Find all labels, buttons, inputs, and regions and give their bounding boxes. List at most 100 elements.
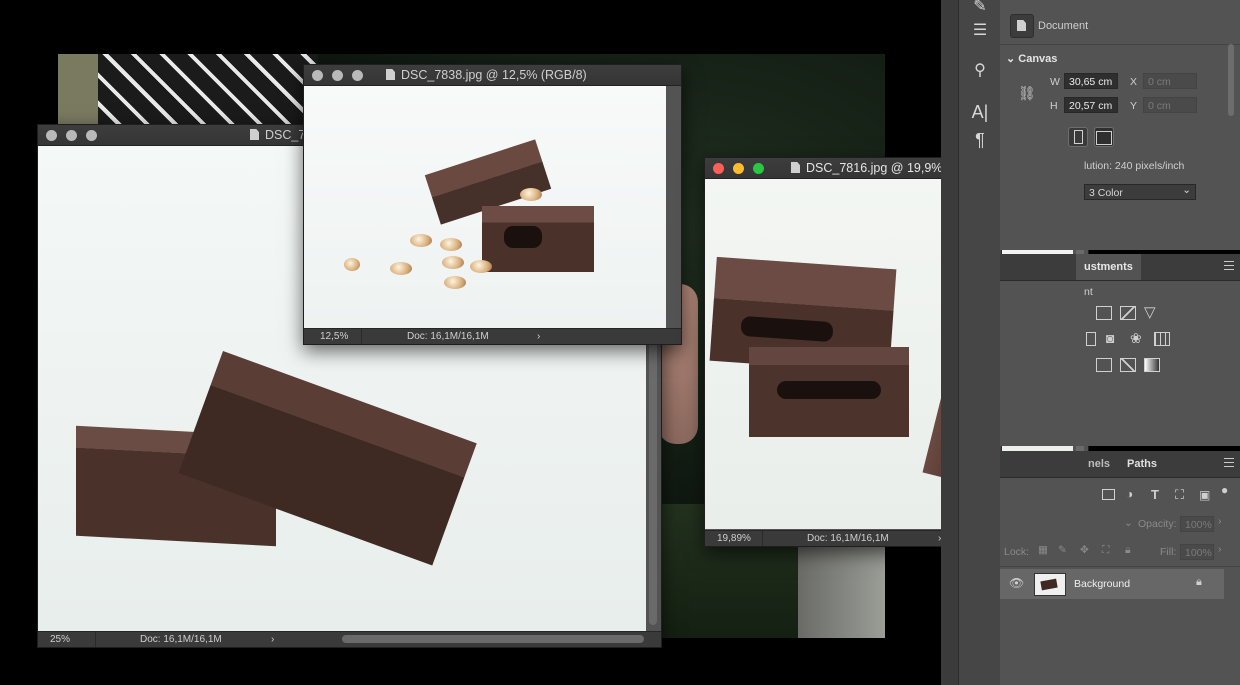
lock-image-icon[interactable]: ✎	[1058, 544, 1067, 556]
tab-channels[interactable]: nels	[1080, 451, 1118, 477]
shape-filter-icon[interactable]: ⛶	[1175, 487, 1184, 503]
tab-paths[interactable]: Paths	[1119, 451, 1165, 477]
lock-position-icon[interactable]: ✥	[1080, 544, 1089, 556]
canvas-section-header[interactable]: ⌄ Canvas	[1006, 52, 1057, 65]
portrait-icon	[1074, 130, 1083, 144]
fill-chevron[interactable]: ›	[1218, 543, 1222, 555]
shell	[520, 188, 542, 201]
curves-icon[interactable]	[1120, 306, 1136, 320]
tab-adjustments[interactable]: ustments	[1076, 254, 1141, 280]
add-adjustment-label: nt	[1084, 286, 1093, 298]
adjustment-filter-icon[interactable]: ◑	[1126, 487, 1133, 501]
zoom-level[interactable]: 25%	[38, 632, 96, 647]
blend-mode-chevron[interactable]: ⌄	[1124, 517, 1133, 529]
shell	[410, 234, 432, 247]
opacity-chevron[interactable]: ›	[1218, 515, 1222, 527]
doc-size[interactable]: Doc: 16,1M/16,1M	[140, 632, 222, 647]
photo-filter-icon[interactable]: ◙	[1106, 330, 1114, 346]
channel-mixer-icon[interactable]: ❀	[1130, 330, 1142, 347]
document-icon	[1017, 20, 1026, 31]
minimize-button[interactable]	[66, 130, 77, 141]
status-menu-chevron[interactable]: ›	[537, 329, 540, 344]
shell	[444, 276, 466, 289]
window-title: DSC_7	[250, 128, 305, 142]
x-field[interactable]: 0 cm	[1143, 73, 1197, 89]
maximize-button[interactable]	[86, 130, 97, 141]
color-balance-icon[interactable]	[1086, 332, 1096, 346]
layer-row-background[interactable]: 👁︎ Background 🔒︎	[1000, 569, 1224, 599]
color-mode-value: 3 Color	[1089, 187, 1123, 199]
link-icon[interactable]: ⛓	[1018, 85, 1036, 102]
close-button[interactable]	[46, 130, 57, 141]
levels-icon[interactable]	[1096, 306, 1112, 320]
close-button[interactable]	[312, 70, 323, 81]
filter-toggle[interactable]: ●	[1221, 483, 1228, 497]
stamp-icon[interactable]: ⚲	[959, 60, 1001, 80]
width-field[interactable]: 30,65 cm	[1064, 73, 1118, 89]
height-field[interactable]: 20,57 cm	[1064, 97, 1118, 113]
close-button[interactable]	[713, 163, 724, 174]
shell	[442, 256, 464, 269]
resolution-text: lution: 240 pixels/inch	[1084, 160, 1185, 172]
jacket-side	[58, 54, 98, 134]
document-icon-box	[1010, 14, 1034, 38]
zoom-level[interactable]: 12,5%	[304, 329, 362, 344]
properties-scrollbar[interactable]	[1228, 44, 1234, 116]
landscape-orientation-button[interactable]	[1094, 127, 1114, 147]
exposure-icon[interactable]: ▽	[1144, 303, 1156, 321]
visibility-eye-icon[interactable]: 👁︎	[1009, 576, 1024, 590]
fill-field[interactable]: 100%	[1180, 544, 1214, 560]
panel-menu-icon[interactable]	[1224, 458, 1234, 467]
portrait-orientation-button[interactable]	[1068, 127, 1088, 147]
doc-size[interactable]: Doc: 16,1M/16,1M	[407, 329, 489, 344]
fill-label: Fill:	[1160, 546, 1177, 558]
maximize-button[interactable]	[352, 70, 363, 81]
pixel-filter-icon[interactable]	[1102, 489, 1115, 500]
color-lookup-icon[interactable]	[1154, 332, 1170, 346]
smart-object-filter-icon[interactable]: ▣	[1199, 488, 1210, 502]
text-tool-icon[interactable]: A|	[959, 102, 1001, 123]
document-icon	[250, 129, 259, 140]
panel-menu-icon[interactable]	[1224, 261, 1234, 270]
lock-artboard-icon[interactable]: ⛶	[1102, 544, 1109, 557]
zoom-level[interactable]: 19,89%	[705, 531, 763, 546]
box-slot-bottom	[777, 381, 881, 399]
shell	[390, 262, 412, 275]
opacity-field[interactable]: 100%	[1180, 516, 1214, 532]
posterize-icon[interactable]	[1096, 358, 1112, 372]
lock-transparent-icon[interactable]: ▦	[1038, 544, 1048, 556]
sliders-icon[interactable]: ☰	[959, 20, 1001, 40]
status-bar: 12,5% Doc: 16,1M/16,1M ›	[304, 328, 681, 344]
color-mode-select[interactable]: 3 Color ⌄	[1084, 184, 1196, 200]
layer-name[interactable]: Background	[1074, 578, 1130, 590]
panel-icons-column: ✎ ☰ ⚲ A| ¶	[958, 0, 1002, 685]
type-filter-icon[interactable]: T	[1151, 487, 1159, 502]
window-titlebar[interactable]: DSC_7838.jpg @ 12,5% (RGB/8)	[304, 65, 681, 86]
brush-icon[interactable]: ✎	[959, 0, 1001, 16]
document-window-top[interactable]: DSC_7838.jpg @ 12,5% (RGB/8) 12,5% Doc: …	[303, 64, 682, 345]
minimize-button[interactable]	[733, 163, 744, 174]
paragraph-icon[interactable]: ¶	[959, 130, 1001, 151]
tool-strip	[941, 0, 958, 685]
adjustments-tabbar: ustments	[1000, 254, 1240, 281]
lock-all-icon[interactable]: 🔒︎	[1125, 544, 1131, 557]
status-bar: 25% Doc: 16,1M/16,1M ›	[38, 631, 661, 647]
doc-size[interactable]: Doc: 16,1M/16,1M	[807, 531, 889, 546]
gradient-map-icon[interactable]	[1144, 358, 1160, 372]
box-opening	[504, 226, 542, 248]
shell	[470, 260, 492, 273]
thumbnail-block	[1040, 578, 1058, 591]
adjustments-panel: ustments nt ▽ ◙ ❀	[1000, 254, 1240, 446]
landscape-icon	[1096, 131, 1112, 145]
divider	[1000, 566, 1240, 567]
image-canvas[interactable]	[304, 86, 666, 328]
minimize-button[interactable]	[332, 70, 343, 81]
horizontal-scrollbar[interactable]	[342, 635, 644, 643]
maximize-button[interactable]	[753, 163, 764, 174]
document-icon	[791, 162, 800, 173]
h-label: H	[1050, 100, 1058, 112]
status-menu-chevron[interactable]: ›	[271, 632, 274, 647]
selective-color-icon[interactable]	[1120, 358, 1136, 372]
y-field[interactable]: 0 cm	[1143, 97, 1197, 113]
document-label: Document	[1038, 20, 1089, 32]
